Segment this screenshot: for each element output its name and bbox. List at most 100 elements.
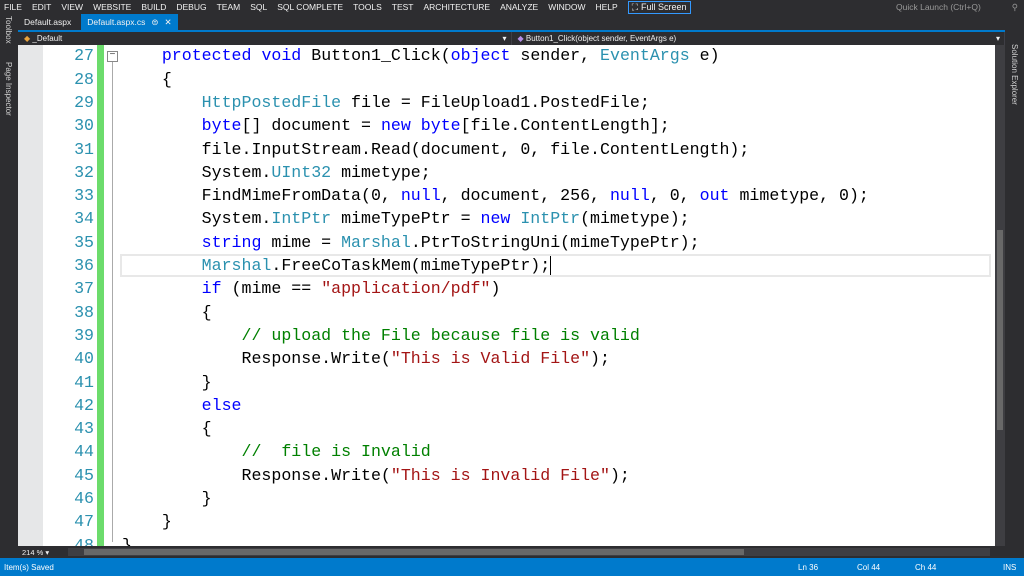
zoom-dropdown[interactable]: 214 % ▾ xyxy=(18,548,60,557)
code-text[interactable]: HttpPostedFile file = FileUpload1.Posted… xyxy=(122,91,650,114)
document-tabs: Default.aspx Default.aspx.cs ⊜ ✕ xyxy=(18,14,182,31)
navigation-bar: ◆ _Default ▾ ◆ Button1_Click(object sende… xyxy=(18,32,1005,45)
code-text[interactable]: Marshal.FreeCoTaskMem(mimeTypePtr); xyxy=(122,254,552,277)
page-inspector-tab[interactable]: Page Inspector xyxy=(4,62,13,116)
code-token: new xyxy=(480,209,511,229)
code-text[interactable]: file.InputStream.Read(document, 0, file.… xyxy=(122,138,750,161)
menu-test[interactable]: TEST xyxy=(392,2,414,12)
menu-edit[interactable]: EDIT xyxy=(32,2,51,12)
horizontal-scrollbar[interactable] xyxy=(68,548,990,556)
code-token: (mimetype); xyxy=(580,209,690,229)
line-number: 29 xyxy=(74,92,94,112)
code-token: FindMimeFromData(0, xyxy=(122,186,401,206)
code-token: Response.Write( xyxy=(122,465,391,485)
code-text[interactable]: } xyxy=(122,371,212,394)
line-number: 43 xyxy=(74,419,94,439)
code-line: 43 { xyxy=(18,417,995,441)
code-token: } xyxy=(122,512,172,532)
code-token: Button1_Click( xyxy=(301,46,451,66)
menu-website[interactable]: WEBSITE xyxy=(93,2,131,12)
quick-launch-input[interactable]: Quick Launch (Ctrl+Q) ⚲ xyxy=(894,0,1024,14)
code-text[interactable]: System.UInt32 mimetype; xyxy=(122,161,431,184)
code-token: e) xyxy=(689,46,720,66)
change-indicator xyxy=(97,370,104,394)
change-indicator xyxy=(97,417,104,441)
code-token: "application/pdf" xyxy=(321,279,491,299)
code-token: [file.ContentLength]; xyxy=(460,116,670,136)
line-number: 38 xyxy=(74,302,94,322)
menu-sql[interactable]: SQL xyxy=(250,2,267,12)
menu-debug[interactable]: DEBUG xyxy=(176,2,206,12)
solution-explorer-tab[interactable]: Solution Explorer xyxy=(1010,44,1019,105)
code-text[interactable]: System.IntPtr mimeTypePtr = new IntPtr(m… xyxy=(122,207,690,230)
code-text[interactable]: protected void Button1_Click(object send… xyxy=(122,45,720,68)
code-line: 46 } xyxy=(18,487,995,511)
code-text[interactable]: // file is Invalid xyxy=(122,440,431,463)
menu-view[interactable]: VIEW xyxy=(61,2,83,12)
change-indicator xyxy=(97,463,104,488)
tab-default-aspx-cs[interactable]: Default.aspx.cs ⊜ ✕ xyxy=(81,14,178,31)
full-screen-icon: ⛶ xyxy=(631,1,639,12)
vertical-scrollbar[interactable] xyxy=(995,45,1005,546)
insert-mode: INS xyxy=(1003,562,1017,572)
menu-sql-complete[interactable]: SQL COMPLETE xyxy=(277,2,343,12)
menu-analyze[interactable]: ANALYZE xyxy=(500,2,538,12)
column-indicator: Col 44 xyxy=(857,562,881,572)
code-text[interactable]: if (mime == "application/pdf") xyxy=(122,277,501,300)
code-text[interactable]: Response.Write("This is Invalid File"); xyxy=(122,464,629,487)
line-number: 47 xyxy=(74,512,94,532)
code-text[interactable]: { xyxy=(122,301,212,324)
code-token: file.InputStream.Read(document, 0, file.… xyxy=(122,139,750,159)
code-line: 42 else xyxy=(18,393,995,418)
collapse-icon[interactable]: − xyxy=(107,51,118,62)
code-line: 31 file.InputStream.Read(document, 0, fi… xyxy=(18,137,995,161)
code-text[interactable]: } xyxy=(122,487,212,510)
line-number: 28 xyxy=(74,69,94,89)
code-token: mimetype, 0); xyxy=(729,186,869,206)
code-text[interactable]: FindMimeFromData(0, null, document, 256,… xyxy=(122,184,869,207)
pin-icon[interactable]: ⊜ xyxy=(151,17,158,28)
menu-architecture[interactable]: ARCHITECTURE xyxy=(423,2,490,12)
code-text[interactable]: // upload the File because file is valid xyxy=(122,324,640,347)
code-text[interactable]: byte[] document = new byte[file.ContentL… xyxy=(122,114,670,137)
code-token: byte xyxy=(201,116,242,136)
code-token: Marshal xyxy=(341,232,411,252)
code-token: { xyxy=(122,419,212,439)
class-dropdown[interactable]: ◆ _Default ▾ xyxy=(18,32,512,45)
menu-window[interactable]: WINDOW xyxy=(548,2,585,12)
code-token: sender, xyxy=(510,46,601,66)
code-text[interactable]: string mime = Marshal.PtrToStringUni(mim… xyxy=(122,231,700,254)
code-text[interactable]: } xyxy=(122,510,172,533)
code-editor[interactable]: 27 protected void Button1_Click(object s… xyxy=(18,45,995,546)
toolbox-tab[interactable]: Toolbox xyxy=(4,16,13,44)
menu-tools[interactable]: TOOLS xyxy=(353,2,382,12)
menu-team[interactable]: TEAM xyxy=(217,2,241,12)
code-text[interactable]: else xyxy=(122,394,242,417)
code-token: System. xyxy=(122,209,272,229)
line-number: 41 xyxy=(74,372,94,392)
code-token: EventArgs xyxy=(600,46,690,66)
code-token: } xyxy=(122,535,132,546)
member-dropdown[interactable]: ◆ Button1_Click(object sender, EventArgs… xyxy=(512,32,1005,45)
code-line: 38 { xyxy=(18,300,995,324)
code-text[interactable]: { xyxy=(122,68,172,91)
code-token: System. xyxy=(122,162,272,182)
menu-help[interactable]: HELP xyxy=(595,2,617,12)
tab-label: Default.aspx xyxy=(24,17,72,27)
code-line: 44 // file is Invalid xyxy=(18,440,995,464)
code-text[interactable]: { xyxy=(122,417,212,440)
scroll-thumb[interactable] xyxy=(997,230,1003,430)
tab-default-aspx[interactable]: Default.aspx xyxy=(18,14,77,31)
full-screen-button[interactable]: ⛶ Full Screen xyxy=(627,0,691,14)
menu-file[interactable]: FILE xyxy=(4,2,22,12)
code-token: byte xyxy=(420,116,461,136)
menu-build[interactable]: BUILD xyxy=(141,2,166,12)
code-text[interactable]: Response.Write("This is Valid File"); xyxy=(122,347,609,370)
code-token: ) xyxy=(490,279,501,299)
search-icon: ⚲ xyxy=(1011,1,1018,12)
scroll-thumb[interactable] xyxy=(84,549,744,555)
close-icon[interactable]: ✕ xyxy=(165,17,172,28)
code-text[interactable]: } xyxy=(122,534,132,546)
